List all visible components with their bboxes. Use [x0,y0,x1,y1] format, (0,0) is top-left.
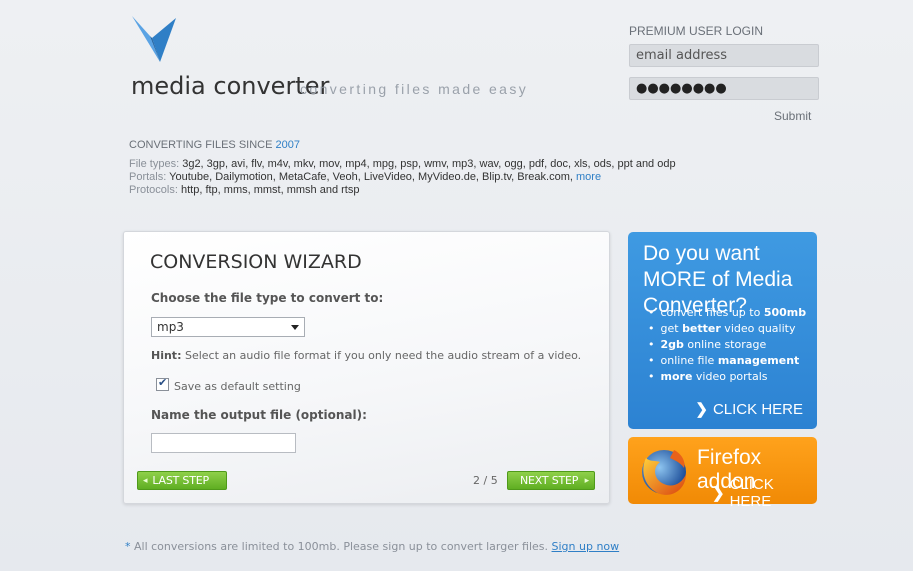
chevron-right-icon: ❯ [712,485,725,502]
promo-click-here-link[interactable]: ❯ CLICK HERE [695,400,803,419]
footer-text: All conversions are limited to 100mb. Pl… [130,540,552,553]
portals-label: Portals: [129,171,167,183]
promo-bullet: get better video quality [648,321,806,337]
sign-up-link[interactable]: Sign up now [552,540,620,553]
file-types-line: File types: 3g2, 3gp, avi, flv, m4v, mkv… [129,158,676,170]
output-name-label: Name the output file (optional): [151,408,367,422]
file-types-value: 3g2, 3gp, avi, flv, m4v, mkv, mov, mp4, … [182,158,676,170]
last-step-label: LAST STEP [152,474,209,487]
wizard-title: CONVERSION WIZARD [150,251,362,273]
portals-line: Portals: Youtube, Dailymotion, MetaCafe,… [129,171,601,183]
since-year: 2007 [275,139,300,151]
promo-bullet-list: convert files up to 500mb get better vid… [648,305,807,385]
next-step-label: NEXT STEP [520,474,579,487]
promo-cta-label: CLICK HERE [712,400,803,418]
submit-button[interactable]: Submit [774,109,811,123]
firefox-cta-label: CLICK HERE [729,476,774,510]
promo-bullet: online file management [648,353,806,369]
chevron-left-icon: ◂ [143,475,148,486]
email-field[interactable] [629,44,819,67]
password-field[interactable] [629,77,819,100]
file-types-label: File types: [129,158,180,170]
promo-bullet: 2gb online storage [648,337,806,353]
promo-bullet: convert files up to 500mb [648,305,807,321]
since-line: CONVERTING FILES SINCE 2007 [129,139,300,151]
bird-logo-icon [132,16,176,62]
hint-label: Hint: [151,349,182,362]
since-text: CONVERTING FILES SINCE [129,139,276,151]
chevron-right-icon: ❯ [695,401,708,418]
chevron-right-icon: ▸ [584,475,590,486]
output-name-input[interactable] [151,433,296,453]
choose-type-label: Choose the file type to convert to: [151,291,384,305]
login-title: PREMIUM USER LOGIN [629,24,764,38]
protocols-line: Protocols: http, ftp, mms, mmst, mmsh an… [129,184,359,196]
firefox-addon-panel[interactable]: Firefox addon ❯ CLICK HERE [628,437,817,510]
firefox-click-here-link[interactable]: ❯ CLICK HERE [712,476,817,510]
hint-body: Select an audio file format if you only … [184,349,582,362]
hint-text: Hint: Select an audio file format if you… [151,349,581,362]
portals-more-link[interactable]: more [576,171,601,183]
last-step-button[interactable]: ◂ LAST STEP [137,471,227,490]
file-type-selected: mp3 [157,320,184,334]
footer-note: * All conversions are limited to 100mb. … [125,540,619,553]
promo-bullet: more video portals [648,369,806,385]
premium-promo-panel: Do you want MORE of Media Converter? con… [628,232,817,429]
next-step-button[interactable]: NEXT STEP ▸ [507,471,595,490]
portals-value: Youtube, Dailymotion, MetaCafe, Veoh, Li… [169,171,573,183]
brand-tagline: converting files made easy [300,81,529,97]
default-setting-label: Save as default setting [174,380,301,393]
conversion-wizard: CONVERSION WIZARD Choose the file type t… [123,231,610,504]
file-type-select[interactable]: mp3 [151,317,305,337]
default-setting-checkbox[interactable] [156,376,169,391]
firefox-logo-icon [642,450,686,495]
protocols-value: http, ftp, mms, mmst, mmsh and rtsp [180,184,360,196]
dropdown-arrow-icon [291,325,299,330]
step-counter: 2 / 5 [473,474,498,487]
protocols-label: Protocols: [129,184,178,196]
